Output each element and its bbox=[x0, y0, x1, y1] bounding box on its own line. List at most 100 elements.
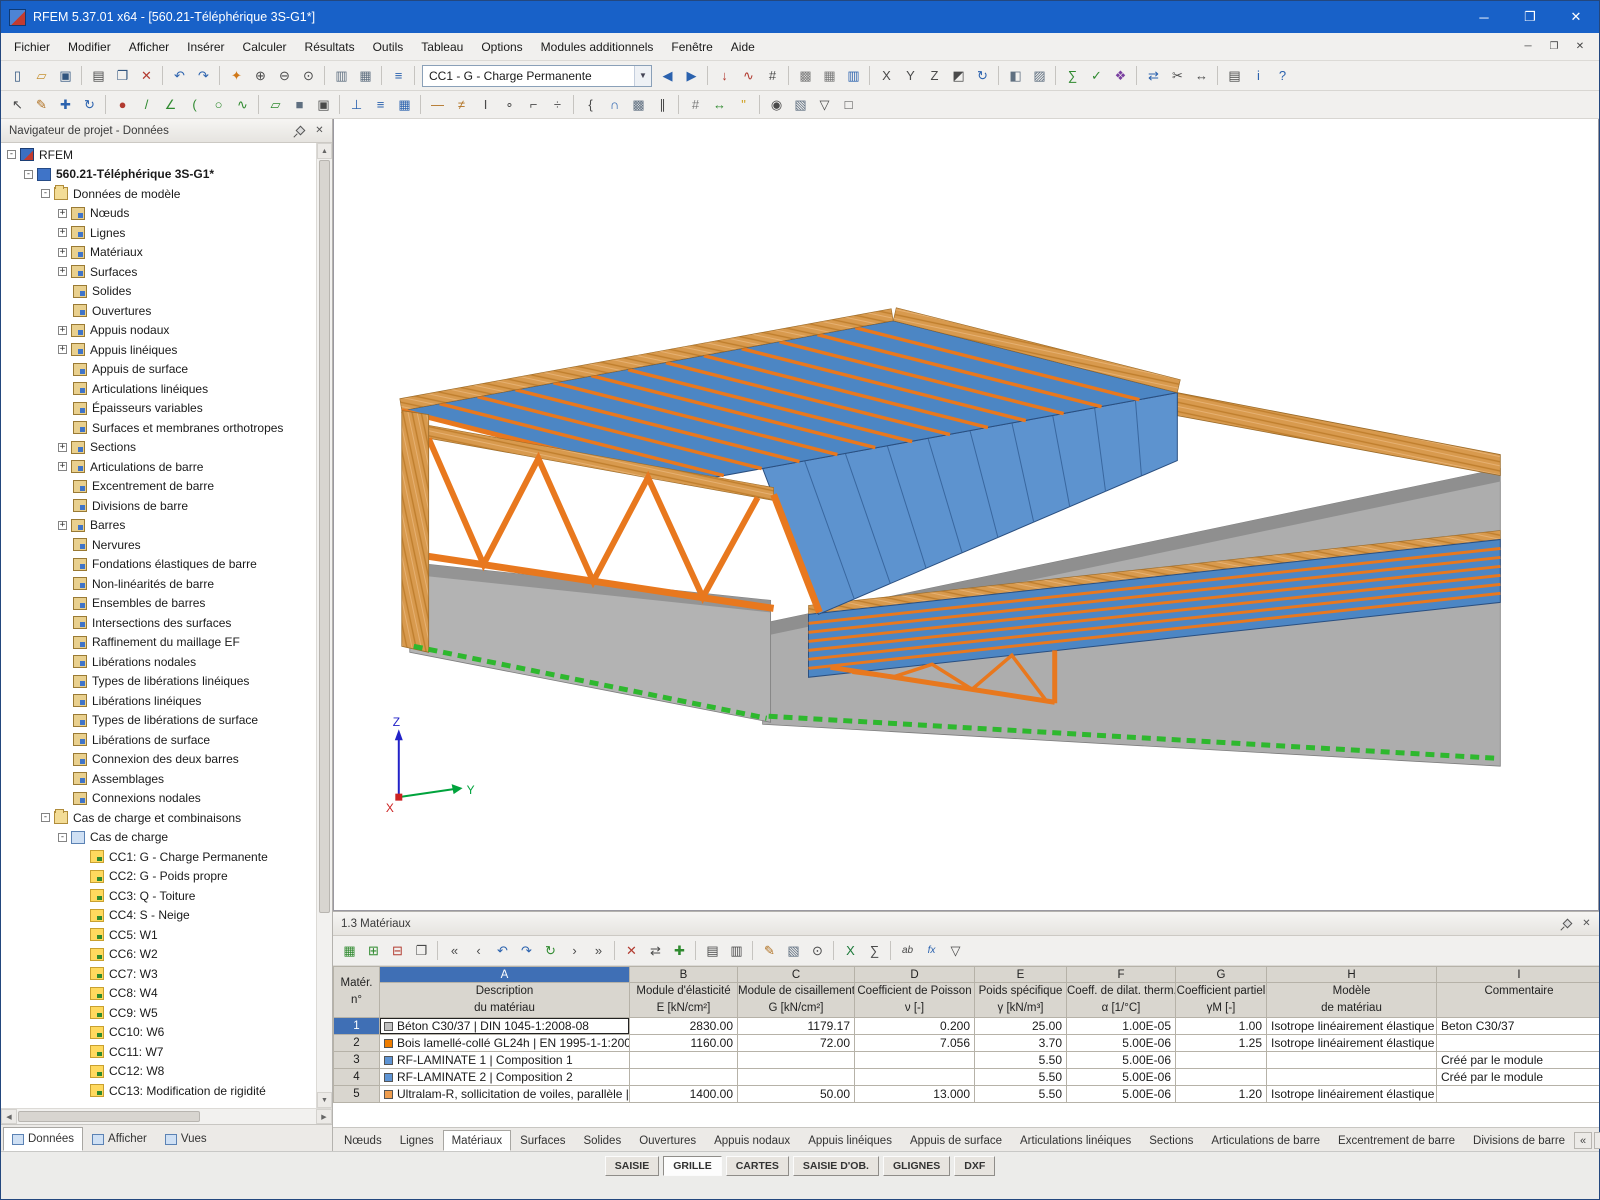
material-number-header[interactable]: Matér.n° bbox=[334, 967, 380, 1018]
tree-item-appuis-lineiques[interactable]: +Appuis linéiques bbox=[1, 340, 316, 360]
table-tab-excentrement-de-barre[interactable]: Excentrement de barre bbox=[1329, 1130, 1464, 1151]
rib-tool-icon[interactable]: ≠ bbox=[450, 93, 473, 116]
print-icon[interactable]: ▤ bbox=[87, 64, 110, 87]
menu-options[interactable]: Options bbox=[472, 34, 531, 60]
guideline-tool-icon[interactable]: # bbox=[684, 93, 707, 116]
previous-table-tab-icon[interactable]: ‹ bbox=[1594, 1132, 1600, 1149]
column-letter-F[interactable]: F bbox=[1067, 967, 1176, 983]
menu-fichier[interactable]: Fichier bbox=[5, 34, 59, 60]
cell-r5-H[interactable]: Isotrope linéairement élastique bbox=[1267, 1086, 1437, 1103]
column-header-modele[interactable]: Modèlede matériau bbox=[1267, 983, 1437, 1018]
status-toggle-saisie-d-ob[interactable]: SAISIE D'OB. bbox=[793, 1156, 879, 1176]
undo-icon[interactable]: ↶ bbox=[168, 64, 191, 87]
node-tool-icon[interactable]: ● bbox=[111, 93, 134, 116]
status-toggle-saisie[interactable]: SAISIE bbox=[605, 1156, 659, 1176]
child-minimize-icon[interactable]: ─ bbox=[1515, 37, 1541, 57]
mesh-refinement-icon[interactable]: ▩ bbox=[627, 93, 650, 116]
previous-row-icon[interactable]: ‹ bbox=[467, 939, 490, 962]
tree-item-cc3-q-toiture[interactable]: CC3: Q - Toiture bbox=[1, 886, 316, 906]
table-tab-surfaces[interactable]: Surfaces bbox=[511, 1130, 574, 1151]
move-copy-icon[interactable]: ✚ bbox=[54, 93, 77, 116]
table-tab-appuis-nodaux[interactable]: Appuis nodaux bbox=[705, 1130, 799, 1151]
navigator-tab-donnees[interactable]: Données bbox=[3, 1127, 83, 1151]
cell-r3-E[interactable]: 5.50 bbox=[975, 1052, 1067, 1069]
table-tab-sections[interactable]: Sections bbox=[1140, 1130, 1202, 1151]
tree-item-cc2-g-poids-propre[interactable]: CC2: G - Poids propre bbox=[1, 867, 316, 887]
insert-cells-icon[interactable]: ✚ bbox=[668, 939, 691, 962]
cell-r2-D[interactable]: 7.056 bbox=[855, 1035, 975, 1052]
table-tab-materiaux[interactable]: Matériaux bbox=[443, 1130, 512, 1151]
first-table-tab-icon[interactable]: « bbox=[1574, 1132, 1592, 1149]
opening-tool-icon[interactable]: ▣ bbox=[312, 93, 335, 116]
spellcheck-icon[interactable]: ab bbox=[896, 939, 919, 962]
sum-icon[interactable]: ∑ bbox=[863, 939, 886, 962]
expand-icon[interactable]: + bbox=[58, 209, 67, 218]
column-header-commentaire[interactable]: Commentaire bbox=[1437, 983, 1600, 1018]
table-tab-lignes[interactable]: Lignes bbox=[391, 1130, 443, 1151]
solid-tool-icon[interactable]: ■ bbox=[288, 93, 311, 116]
status-toggle-grille[interactable]: GRILLE bbox=[663, 1156, 722, 1176]
table-view-icon[interactable]: ▤ bbox=[701, 939, 724, 962]
view-z-icon[interactable]: Z bbox=[923, 64, 946, 87]
chevron-down-icon[interactable]: ▼ bbox=[634, 66, 651, 86]
cell-r3-D[interactable] bbox=[855, 1052, 975, 1069]
eccentricity-tool-icon[interactable]: ⌐ bbox=[522, 93, 545, 116]
tree-item-appuis-de-surface[interactable]: Appuis de surface bbox=[1, 360, 316, 380]
tree-item-liberations-lineiques[interactable]: Libérations linéiques bbox=[1, 691, 316, 711]
column-letter-I[interactable]: I bbox=[1437, 967, 1600, 983]
column-letter-C[interactable]: C bbox=[738, 967, 855, 983]
scroll-right-icon[interactable]: ▶ bbox=[316, 1109, 332, 1124]
expand-icon[interactable]: + bbox=[58, 521, 67, 530]
previous-load-case-icon[interactable]: ◀ bbox=[656, 64, 679, 87]
zoom-window-icon[interactable]: ⊙ bbox=[297, 64, 320, 87]
tree-item-raffinement-du-maillage-ef[interactable]: Raffinement du maillage EF bbox=[1, 633, 316, 653]
line-tool-icon[interactable]: / bbox=[135, 93, 158, 116]
next-load-case-icon[interactable]: ▶ bbox=[680, 64, 703, 87]
menu-modifier[interactable]: Modifier bbox=[59, 34, 120, 60]
flashlight-icon[interactable]: ✦ bbox=[225, 64, 248, 87]
tree-item-donnees-de-modele[interactable]: -Données de modèle bbox=[1, 184, 316, 204]
zoom-in-icon[interactable]: ⊕ bbox=[249, 64, 272, 87]
polyline-tool-icon[interactable]: ∠ bbox=[159, 93, 182, 116]
table-tab-articulations-de-barre[interactable]: Articulations de barre bbox=[1202, 1130, 1329, 1151]
column-header-module-de-cisaillement[interactable]: Module de cisaillementG [kN/cm²] bbox=[738, 983, 855, 1018]
cell-r4-G[interactable] bbox=[1176, 1069, 1267, 1086]
column-header-module-d-elasticite[interactable]: Module d'élasticitéE [kN/cm²] bbox=[630, 983, 738, 1018]
tree-item-cc12-w8[interactable]: CC12: W8 bbox=[1, 1062, 316, 1082]
expand-icon[interactable]: + bbox=[58, 248, 67, 257]
collapse-icon[interactable]: - bbox=[58, 833, 67, 842]
column-header-poids-specifique[interactable]: Poids spécifiqueγ [kN/m³] bbox=[975, 983, 1067, 1018]
copy-row-icon[interactable]: ❐ bbox=[410, 939, 433, 962]
table-tab-ouvertures[interactable]: Ouvertures bbox=[630, 1130, 705, 1151]
cell-r1-I[interactable]: Beton C30/37 bbox=[1437, 1018, 1600, 1035]
line-support-icon[interactable]: ≡ bbox=[369, 93, 392, 116]
show-results-icon[interactable]: ∿ bbox=[737, 64, 760, 87]
cell-r3-F[interactable]: 5.00E-06 bbox=[1067, 1052, 1176, 1069]
tree-item-materiaux[interactable]: +Matériaux bbox=[1, 243, 316, 263]
copy-icon[interactable]: ❐ bbox=[111, 64, 134, 87]
cell-r5-I[interactable] bbox=[1437, 1086, 1600, 1103]
redo-icon[interactable]: ↷ bbox=[192, 64, 215, 87]
loadcase-manager-icon[interactable]: ≡ bbox=[387, 64, 410, 87]
table-tab-solides[interactable]: Solides bbox=[574, 1130, 630, 1151]
tree-item-liberations-nodales[interactable]: Libérations nodales bbox=[1, 652, 316, 672]
table-tab-divisions-de-barre[interactable]: Divisions de barre bbox=[1464, 1130, 1574, 1151]
search-icon[interactable]: ⊙ bbox=[806, 939, 829, 962]
tree-item-types-de-liberations-lineiques[interactable]: Types de libérations linéiques bbox=[1, 672, 316, 692]
table-tab-appuis-de-surface[interactable]: Appuis de surface bbox=[901, 1130, 1011, 1151]
tree-item-cas-de-charge-et-combinaisons[interactable]: -Cas de charge et combinaisons bbox=[1, 808, 316, 828]
menu-modules-additionnels[interactable]: Modules additionnels bbox=[532, 34, 663, 60]
surface-support-icon[interactable]: ▦ bbox=[393, 93, 416, 116]
child-close-icon[interactable]: ✕ bbox=[1567, 37, 1593, 57]
open-model-icon[interactable]: ▱ bbox=[30, 64, 53, 87]
load-case-combobox[interactable]: CC1 - G - Charge Permanente ▼ bbox=[422, 65, 652, 87]
nodal-support-icon[interactable]: ⊥ bbox=[345, 93, 368, 116]
tree-item-barres[interactable]: +Barres bbox=[1, 516, 316, 536]
save-model-icon[interactable]: ▣ bbox=[54, 64, 77, 87]
tree-item-ensembles-de-barres[interactable]: Ensembles de barres bbox=[1, 594, 316, 614]
arc-tool-icon[interactable]: ( bbox=[183, 93, 206, 116]
zoom-out-icon[interactable]: ⊖ bbox=[273, 64, 296, 87]
release-icon[interactable]: ∥ bbox=[651, 93, 674, 116]
menu-fenetre[interactable]: Fenêtre bbox=[662, 34, 721, 60]
tree-item-cc10-w6[interactable]: CC10: W6 bbox=[1, 1023, 316, 1043]
